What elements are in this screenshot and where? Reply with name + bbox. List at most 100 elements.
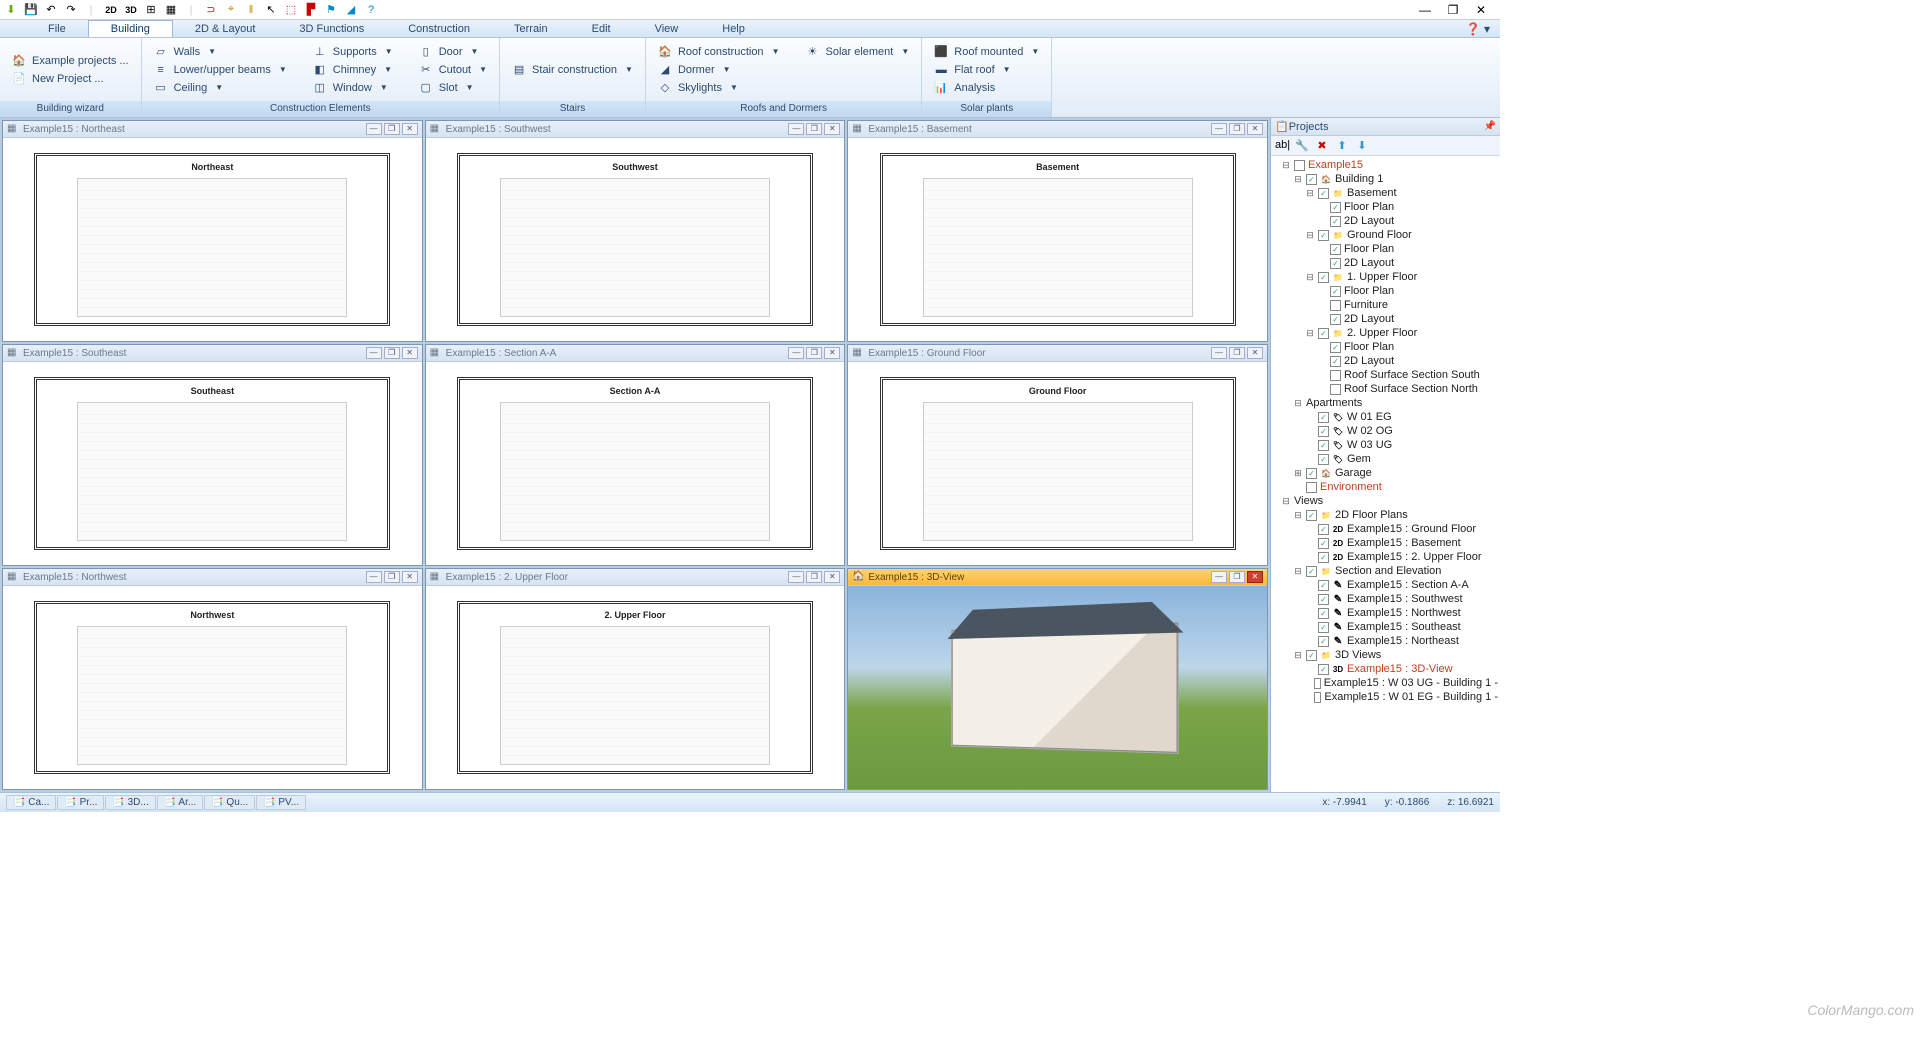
ribbon-dormer-button[interactable]: ◢Dormer▼ — [654, 62, 784, 78]
expand-icon[interactable]: ⊟ — [1305, 186, 1315, 200]
expand-icon[interactable]: ⊟ — [1305, 326, 1315, 340]
ribbon-example-projects--button[interactable]: 🏠Example projects ... — [8, 53, 133, 69]
checkbox[interactable]: ✓ — [1330, 244, 1341, 255]
checkbox[interactable] — [1314, 678, 1321, 689]
qat-pointer-icon[interactable]: ↖ — [264, 3, 278, 17]
minimize-button[interactable]: — — [1418, 3, 1432, 17]
delete-icon[interactable]: ✖ — [1315, 139, 1329, 153]
expand-icon[interactable]: ⊟ — [1293, 508, 1303, 522]
menu-edit[interactable]: Edit — [570, 21, 633, 37]
checkbox[interactable]: ✓ — [1330, 342, 1341, 353]
checkbox[interactable]: ✓ — [1330, 356, 1341, 367]
doc-close-button[interactable]: ✕ — [824, 347, 840, 359]
tree-node[interactable]: ✓2D Layout — [1271, 312, 1500, 326]
checkbox[interactable]: ✓ — [1318, 622, 1329, 633]
doc-content[interactable] — [848, 586, 1267, 789]
qat-tool1-icon[interactable]: ⊃ — [204, 3, 218, 17]
doc-close-button[interactable]: ✕ — [402, 123, 418, 135]
props-icon[interactable]: 🔧 — [1295, 139, 1309, 153]
qat-redo-icon[interactable]: ↷ — [64, 3, 78, 17]
doc-title-bar[interactable]: ▦Example15 : Southeast—❐✕ — [3, 345, 422, 362]
ribbon-flat-roof-button[interactable]: ▬Flat roof▼ — [930, 62, 1043, 78]
tree-node[interactable]: ✓✎Example15 : Northwest — [1271, 606, 1500, 620]
doc-title-bar[interactable]: ▦Example15 : Northeast—❐✕ — [3, 121, 422, 138]
checkbox[interactable] — [1330, 370, 1341, 381]
expand-icon[interactable]: ⊟ — [1293, 172, 1303, 186]
ribbon-cutout-button[interactable]: ✂Cutout▼ — [415, 62, 491, 78]
doc-close-button[interactable]: ✕ — [824, 571, 840, 583]
doc-window[interactable]: ▦Example15 : Basement—❐✕Basement — [847, 120, 1268, 342]
qat-2d-icon[interactable]: 2D — [104, 3, 118, 17]
tree-node[interactable]: Roof Surface Section South — [1271, 368, 1500, 382]
tree-node[interactable]: Example15 : W 01 EG - Building 1 - — [1271, 690, 1500, 704]
doc-close-button[interactable]: ✕ — [824, 123, 840, 135]
checkbox[interactable]: ✓ — [1318, 608, 1329, 619]
doc-max-button[interactable]: ❐ — [384, 123, 400, 135]
doc-max-button[interactable]: ❐ — [384, 571, 400, 583]
qat-tool3-icon[interactable]: ‖ — [244, 3, 258, 17]
tree-node[interactable]: ⊟✓📁Basement — [1271, 186, 1500, 200]
expand-icon[interactable]: ⊟ — [1293, 648, 1303, 662]
checkbox[interactable] — [1294, 160, 1305, 171]
status-tab[interactable]: 📑 3D... — [105, 795, 155, 810]
doc-close-button[interactable]: ✕ — [1247, 571, 1263, 583]
tree-node[interactable]: Environment — [1271, 480, 1500, 494]
tree-node[interactable]: Roof Surface Section North — [1271, 382, 1500, 396]
doc-max-button[interactable]: ❐ — [806, 347, 822, 359]
tree-node[interactable]: ⊟✓🏠Building 1 — [1271, 172, 1500, 186]
doc-max-button[interactable]: ❐ — [806, 123, 822, 135]
qat-flag-icon[interactable]: ⚑ — [324, 3, 338, 17]
checkbox[interactable]: ✓ — [1318, 328, 1329, 339]
ribbon-supports-button[interactable]: ⊥Supports▼ — [309, 44, 397, 60]
tree-node[interactable]: ✓Floor Plan — [1271, 284, 1500, 298]
tree-node[interactable]: ⊟Example15 — [1271, 158, 1500, 172]
checkbox[interactable]: ✓ — [1306, 566, 1317, 577]
menu-3d-functions[interactable]: 3D Functions — [277, 21, 386, 37]
doc-min-button[interactable]: — — [1211, 347, 1227, 359]
tree-node[interactable]: ✓Floor Plan — [1271, 200, 1500, 214]
checkbox[interactable]: ✓ — [1318, 272, 1329, 283]
doc-max-button[interactable]: ❐ — [1229, 571, 1245, 583]
qat-save-icon[interactable]: 💾 — [24, 3, 38, 17]
doc-max-button[interactable]: ❐ — [1229, 347, 1245, 359]
ribbon-roof-mounted-button[interactable]: ⬛Roof mounted▼ — [930, 44, 1043, 60]
expand-icon[interactable]: ⊟ — [1305, 270, 1315, 284]
status-tab[interactable]: 📑 Ca... — [6, 795, 56, 810]
doc-window[interactable]: ▦Example15 : Southwest—❐✕Southwest — [425, 120, 846, 342]
checkbox[interactable]: ✓ — [1318, 440, 1329, 451]
checkbox[interactable]: ✓ — [1330, 258, 1341, 269]
tree-node[interactable]: ✓2D Layout — [1271, 354, 1500, 368]
doc-min-button[interactable]: — — [1211, 571, 1227, 583]
doc-title-bar[interactable]: 🏠Example15 : 3D-View—❐✕ — [848, 569, 1267, 586]
qat-tool6-icon[interactable]: ▛ — [304, 3, 318, 17]
doc-title-bar[interactable]: ▦Example15 : Southwest—❐✕ — [426, 121, 845, 138]
ribbon-new-project--button[interactable]: 📄New Project ... — [8, 71, 133, 87]
tree-node[interactable]: ✓2DExample15 : 2. Upper Floor — [1271, 550, 1500, 564]
expand-icon[interactable]: ⊞ — [1293, 466, 1303, 480]
qat-tool5-icon[interactable]: ⬚ — [284, 3, 298, 17]
down-icon[interactable]: ⬇ — [1355, 139, 1369, 153]
menu-2d-layout[interactable]: 2D & Layout — [173, 21, 278, 37]
tree-node[interactable]: ✓Floor Plan — [1271, 340, 1500, 354]
doc-min-button[interactable]: — — [788, 123, 804, 135]
ribbon-solar-element-button[interactable]: ☀Solar element▼ — [801, 44, 913, 60]
tree-node[interactable]: ✓🏷Gem — [1271, 452, 1500, 466]
checkbox[interactable]: ✓ — [1306, 650, 1317, 661]
tree-node[interactable]: ⊞✓🏠Garage — [1271, 466, 1500, 480]
doc-title-bar[interactable]: ▦Example15 : Northwest—❐✕ — [3, 569, 422, 586]
status-tab[interactable]: 📑 Pr... — [57, 795, 104, 810]
doc-title-bar[interactable]: ▦Example15 : Basement—❐✕ — [848, 121, 1267, 138]
doc-window[interactable]: ▦Example15 : 2. Upper Floor—❐✕2. Upper F… — [425, 568, 846, 790]
checkbox[interactable]: ✓ — [1306, 510, 1317, 521]
tree-node[interactable]: ⊟✓📁2. Upper Floor — [1271, 326, 1500, 340]
tree-node[interactable]: ✓2D Layout — [1271, 214, 1500, 228]
tree-node[interactable]: ✓✎Example15 : Southeast — [1271, 620, 1500, 634]
checkbox[interactable]: ✓ — [1318, 580, 1329, 591]
doc-min-button[interactable]: — — [366, 123, 382, 135]
tree-node[interactable]: ✓🏷W 01 EG — [1271, 410, 1500, 424]
checkbox[interactable]: ✓ — [1330, 286, 1341, 297]
tree-node[interactable]: ⊟✓📁2D Floor Plans — [1271, 508, 1500, 522]
qat-3d-icon[interactable]: 3D — [124, 3, 138, 17]
doc-min-button[interactable]: — — [366, 347, 382, 359]
checkbox[interactable]: ✓ — [1306, 468, 1317, 479]
